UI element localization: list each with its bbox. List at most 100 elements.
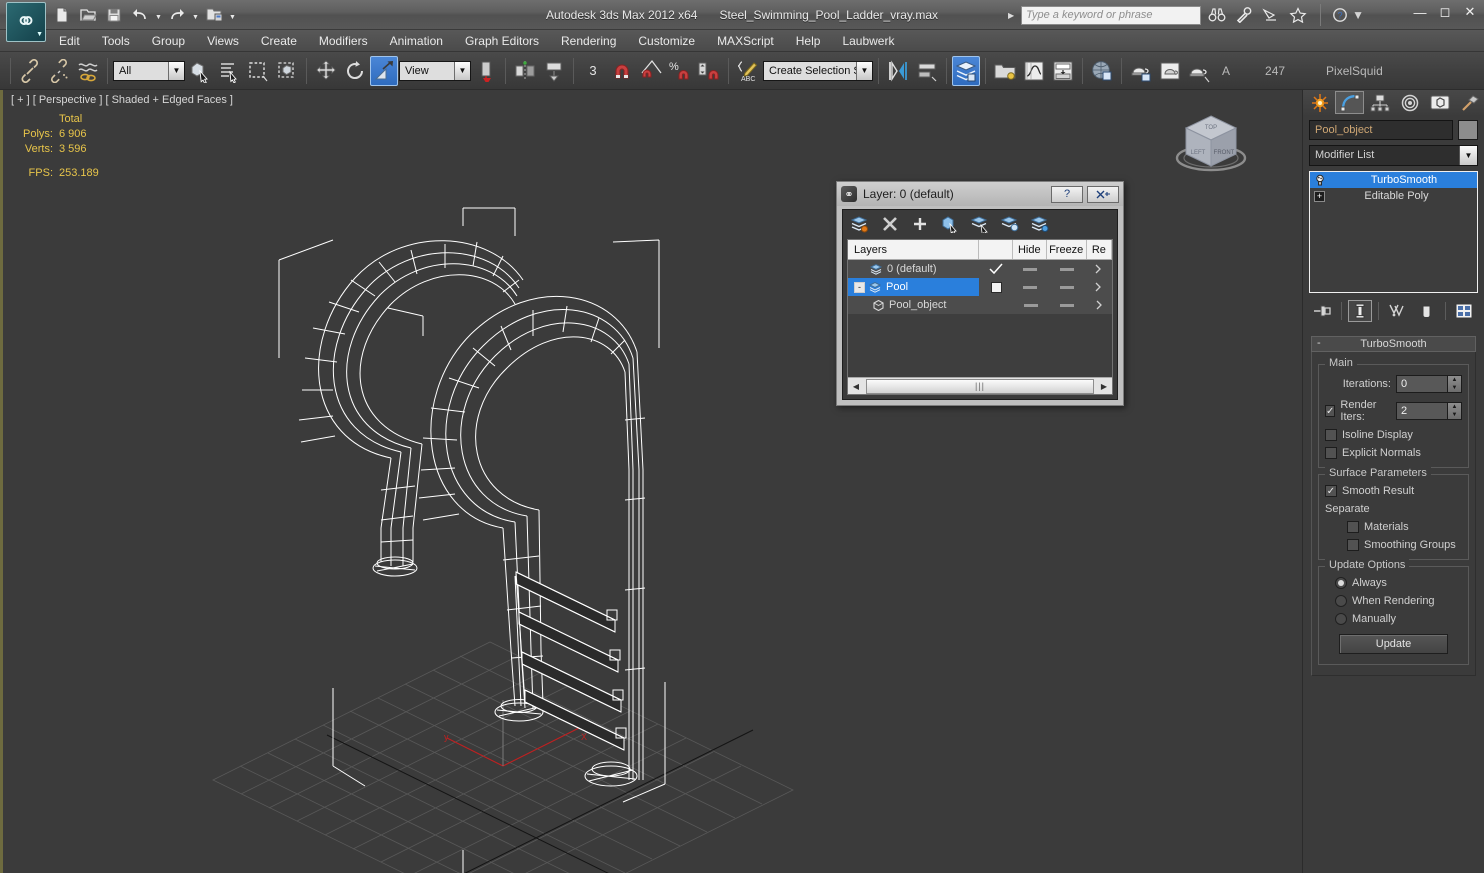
menu-graph-editors[interactable]: Graph Editors — [454, 31, 550, 51]
show-end-result-icon[interactable] — [1348, 300, 1372, 322]
spinner-arrows[interactable]: ▲ ▼ — [1448, 375, 1462, 393]
schematic-view-icon[interactable] — [1049, 56, 1077, 86]
expand-arrow-icon[interactable]: ▶ — [1008, 11, 1014, 20]
object-name-field[interactable]: Pool_object — [1309, 120, 1453, 140]
scroll-left-icon[interactable]: ◀ — [848, 382, 864, 391]
redo-dropdown-icon[interactable]: ▼ — [191, 4, 200, 26]
update-when-rendering-radio[interactable] — [1335, 595, 1347, 607]
object-color-swatch[interactable] — [1458, 120, 1478, 140]
undo-dropdown-icon[interactable]: ▼ — [154, 4, 163, 26]
table-row[interactable]: 0 (default) — [848, 260, 1112, 278]
redo-button[interactable] — [165, 4, 189, 26]
window-crossing-toggle-icon[interactable] — [273, 56, 301, 86]
angle-snap-toggle-icon[interactable] — [637, 56, 665, 86]
render-setup-icon[interactable] — [1127, 56, 1155, 86]
mirror-geometry-icon[interactable] — [884, 56, 912, 86]
layer-render-toggle[interactable] — [1087, 282, 1112, 292]
spinner-snap-toggle-icon[interactable] — [695, 56, 723, 86]
menu-maxscript[interactable]: MAXScript — [706, 31, 785, 51]
reference-coordinate-combo[interactable]: View ▼ — [399, 60, 471, 81]
align-icon[interactable] — [540, 56, 568, 86]
select-objects-in-layer-icon[interactable] — [939, 213, 961, 235]
object-render-toggle[interactable] — [1087, 300, 1112, 310]
maximize-button[interactable]: ◻ — [1437, 4, 1453, 20]
satellite-dish-icon[interactable] — [1260, 4, 1282, 26]
menu-views[interactable]: Views — [196, 31, 250, 51]
update-when-rendering-row[interactable]: When Rendering — [1325, 595, 1462, 607]
toggle-scene-explorer-icon[interactable] — [991, 56, 1019, 86]
layer-dialog-close-button[interactable] — [1087, 185, 1119, 203]
add-layer-icon[interactable] — [909, 213, 931, 235]
material-editor-icon[interactable] — [1088, 56, 1116, 86]
table-row[interactable]: - Pool — [848, 278, 1112, 296]
layer-row-name-cell[interactable]: Pool_object — [848, 296, 981, 314]
render-iters-checkbox[interactable]: ✓ — [1325, 405, 1336, 417]
minimize-button[interactable]: — — [1412, 5, 1428, 20]
make-unique-icon[interactable] — [1385, 300, 1409, 322]
layer-expand-collapse-icon[interactable]: - — [854, 281, 865, 293]
layer-properties-icon[interactable] — [1029, 213, 1051, 235]
mirror-icon[interactable] — [511, 56, 539, 86]
expand-icon[interactable]: + — [1314, 190, 1325, 202]
close-button[interactable]: ✕ — [1462, 4, 1478, 20]
layer-list-empty-area[interactable] — [848, 314, 1112, 377]
rollout-collapse-icon[interactable]: - — [1317, 337, 1321, 349]
layer-row-name-cell[interactable]: 0 (default) — [848, 260, 979, 278]
layer-freeze-toggle[interactable] — [1046, 267, 1086, 271]
menu-group[interactable]: Group — [141, 31, 196, 51]
unlink-selection-icon[interactable] — [45, 56, 73, 86]
menu-rendering[interactable]: Rendering — [550, 31, 627, 51]
pin-stack-icon[interactable] — [1311, 300, 1335, 322]
set-project-folder-button[interactable] — [202, 4, 226, 26]
update-always-row[interactable]: Always — [1325, 577, 1462, 589]
highlight-selected-objects-icon[interactable] — [999, 213, 1021, 235]
layer-dialog-titlebar[interactable]: ⚭ Layer: 0 (default) ? — [837, 182, 1123, 206]
update-manually-radio[interactable] — [1335, 613, 1347, 625]
curve-editor-icon[interactable] — [1020, 56, 1048, 86]
menu-edit[interactable]: Edit — [48, 31, 91, 51]
iterations-spinner[interactable]: ▲▼ — [1396, 375, 1462, 393]
menu-customize[interactable]: Customize — [627, 31, 706, 51]
render-iters-input[interactable] — [1396, 402, 1448, 420]
modifier-list-combo[interactable]: Modifier List ▼ — [1309, 145, 1478, 166]
bind-to-space-warp-icon[interactable] — [74, 56, 102, 86]
configure-modifier-sets-icon[interactable] — [1452, 300, 1476, 322]
scroll-right-icon[interactable]: ▶ — [1096, 382, 1112, 391]
object-freeze-toggle[interactable] — [1047, 303, 1087, 307]
snaps-toggle-icon[interactable] — [608, 56, 636, 86]
select-and-rotate-icon[interactable] — [341, 56, 369, 86]
remove-modifier-icon[interactable] — [1415, 300, 1439, 322]
rollout-header[interactable]: - TurboSmooth — [1311, 336, 1476, 352]
percent-snap-toggle-icon[interactable]: % — [666, 56, 694, 86]
delete-layer-icon[interactable] — [879, 213, 901, 235]
smoothing-groups-checkbox[interactable] — [1347, 539, 1359, 551]
isoline-display-checkbox[interactable] — [1325, 429, 1337, 441]
layer-current-checkmark[interactable] — [979, 263, 1013, 275]
wrench-icon[interactable] — [1233, 4, 1255, 26]
object-hide-toggle[interactable] — [1014, 303, 1047, 307]
layer-render-toggle[interactable] — [1087, 264, 1112, 274]
iterations-input[interactable] — [1396, 375, 1448, 393]
select-and-scale-icon[interactable] — [370, 55, 398, 86]
chevron-down-icon[interactable]: ▼ — [168, 61, 184, 80]
tab-motion[interactable] — [1395, 91, 1424, 114]
table-row[interactable]: Pool_object — [848, 296, 1112, 314]
modifier-stack-item-editable-poly[interactable]: + Editable Poly — [1310, 188, 1477, 204]
help-dropdown-icon[interactable]: ▼ — [1352, 8, 1364, 22]
layer-list-hscrollbar[interactable]: ◀ ||| ▶ — [848, 377, 1112, 394]
layer-row-name-cell[interactable]: - Pool — [848, 278, 980, 296]
save-file-button[interactable] — [102, 4, 126, 26]
render-iters-spinner[interactable]: ▲▼ — [1396, 402, 1462, 420]
use-pivot-point-center-icon[interactable] — [472, 56, 500, 86]
menu-help[interactable]: Help — [785, 31, 832, 51]
update-button[interactable]: Update — [1339, 634, 1448, 654]
tab-create[interactable] — [1305, 91, 1334, 114]
select-by-name-icon[interactable] — [215, 56, 243, 86]
menu-laubwerk[interactable]: Laubwerk — [831, 31, 905, 51]
rendered-frame-window-icon[interactable] — [1156, 56, 1184, 86]
layer-dialog-help-button[interactable]: ? — [1051, 185, 1083, 203]
chevron-down-icon[interactable]: ▼ — [856, 61, 872, 80]
qat-overflow-icon[interactable]: ▼ — [228, 4, 237, 26]
layer-manager-dialog[interactable]: ⚭ Layer: 0 (default) ? Layers Hide Freez… — [836, 181, 1124, 406]
layer-list[interactable]: Layers Hide Freeze Re 0 (default) - Pool… — [847, 239, 1113, 395]
